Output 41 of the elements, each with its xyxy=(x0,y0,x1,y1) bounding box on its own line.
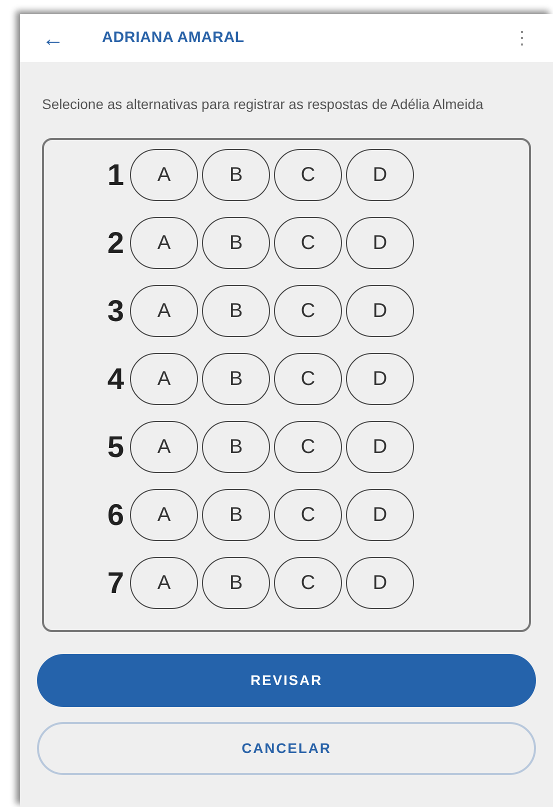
answer-option[interactable]: A xyxy=(130,421,198,473)
answer-option[interactable]: A xyxy=(130,217,198,269)
answer-option[interactable]: B xyxy=(202,421,270,473)
answer-option[interactable]: B xyxy=(202,353,270,405)
answer-option[interactable]: C xyxy=(274,421,342,473)
instruction-text: Selecione as alternativas para registrar as respostas de Adélia Almeida xyxy=(42,95,484,114)
answer-option[interactable]: D xyxy=(346,217,414,269)
answer-option[interactable]: B xyxy=(202,217,270,269)
question-number: 7 xyxy=(106,566,125,602)
answer-option[interactable]: B xyxy=(202,285,270,337)
menu-icon[interactable]: ⋮ xyxy=(513,24,531,52)
answer-option[interactable]: A xyxy=(130,557,198,609)
question-number: 2 xyxy=(106,226,125,262)
answer-option[interactable]: C xyxy=(274,353,342,405)
answer-option[interactable]: A xyxy=(130,353,198,405)
answer-option[interactable]: A xyxy=(130,149,198,201)
header-title: ADRIANA AMARAL xyxy=(102,28,244,48)
answer-option[interactable]: B xyxy=(202,489,270,541)
back-button[interactable]: ← xyxy=(42,22,78,54)
answer-option[interactable]: C xyxy=(274,285,342,337)
answer-option[interactable]: B xyxy=(202,557,270,609)
cancel-button[interactable]: CANCELAR xyxy=(37,722,536,775)
answer-option[interactable]: D xyxy=(346,557,414,609)
question-number: 6 xyxy=(106,498,125,534)
answer-option[interactable]: A xyxy=(130,489,198,541)
answer-option[interactable]: A xyxy=(130,285,198,337)
answer-option[interactable]: C xyxy=(274,489,342,541)
review-button[interactable]: REVISAR xyxy=(37,654,536,707)
answer-option[interactable]: D xyxy=(346,489,414,541)
answer-option[interactable]: B xyxy=(202,149,270,201)
answer-option[interactable]: D xyxy=(346,353,414,405)
question-number: 3 xyxy=(106,294,125,330)
answer-option[interactable]: D xyxy=(346,149,414,201)
question-number: 1 xyxy=(106,158,125,194)
answer-option[interactable]: D xyxy=(346,421,414,473)
answer-option[interactable]: C xyxy=(274,149,342,201)
answer-option[interactable]: D xyxy=(346,285,414,337)
answer-option[interactable]: C xyxy=(274,557,342,609)
question-number: 4 xyxy=(106,362,125,398)
answer-option[interactable]: C xyxy=(274,217,342,269)
question-number: 5 xyxy=(106,430,125,466)
